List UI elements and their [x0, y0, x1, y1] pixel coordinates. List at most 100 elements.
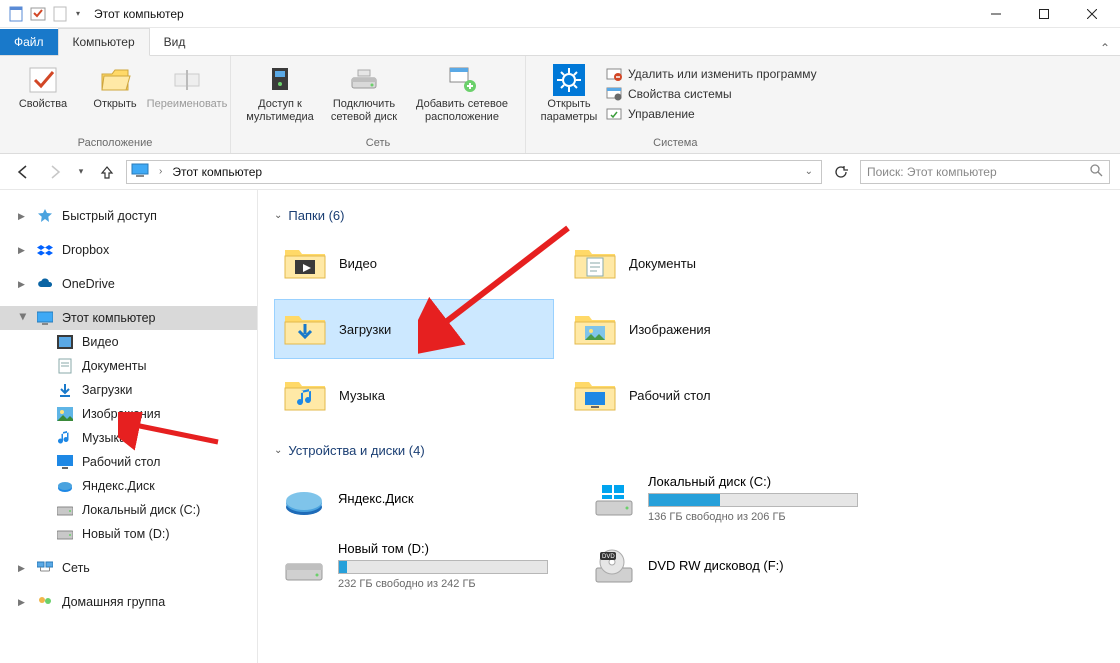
svg-text:DVD: DVD — [602, 554, 615, 560]
window-title: Этот компьютер — [94, 7, 184, 21]
sidebar-item-desktop[interactable]: Рабочий стол — [0, 450, 257, 474]
folder-downloads[interactable]: Загрузки — [274, 299, 554, 359]
up-button[interactable] — [94, 160, 120, 184]
open-settings-button[interactable]: Открыть параметры — [534, 60, 604, 128]
desktop-icon — [56, 453, 74, 471]
manage-button[interactable]: Управление — [606, 106, 817, 122]
close-button[interactable] — [1070, 0, 1114, 28]
sidebar-item-new-volume-d[interactable]: Новый том (D:) — [0, 522, 257, 546]
add-network-location-button[interactable]: Добавить сетевое расположение — [407, 60, 517, 128]
breadcrumb-this-pc[interactable]: Этот компьютер — [172, 165, 262, 179]
manage-icon — [606, 106, 622, 122]
address-bar[interactable]: › Этот компьютер ⌄ — [126, 160, 822, 184]
forward-button[interactable] — [42, 160, 68, 184]
ribbon-group-system: Открыть параметры Удалить или изменить п… — [526, 56, 825, 153]
drive-local-c[interactable]: Локальный диск (C:) 136 ГБ свободно из 2… — [584, 468, 884, 529]
network-icon — [36, 559, 54, 577]
tab-computer[interactable]: Компьютер — [58, 28, 150, 56]
devices-grid: Яндекс.Диск Локальный диск (C:) 136 ГБ с… — [274, 468, 1110, 596]
quick-access-toolbar: ▾ — [6, 4, 84, 24]
sidebar-item-quick-access[interactable]: ▶ Быстрый доступ — [0, 204, 257, 228]
drive-usage-bar — [648, 493, 858, 507]
ribbon-group-network: Доступ к мультимедиа Подключить сетевой … — [231, 56, 526, 153]
yandex-disk-icon — [56, 477, 74, 495]
drive-yandex-disk[interactable]: Яндекс.Диск — [274, 468, 574, 529]
desktop-folder-icon — [573, 373, 617, 417]
chevron-down-icon: ⌄ — [274, 210, 282, 221]
folder-videos[interactable]: Видео — [274, 233, 554, 293]
sidebar-item-videos[interactable]: Видео — [0, 330, 257, 354]
tab-view[interactable]: Вид — [150, 29, 200, 55]
expand-icon[interactable]: ▶ — [18, 211, 28, 222]
properties-icon — [27, 64, 59, 96]
open-button[interactable]: Открыть — [80, 60, 150, 115]
uninstall-program-button[interactable]: Удалить или изменить программу — [606, 66, 817, 82]
videos-icon — [56, 333, 74, 351]
pc-icon — [36, 309, 54, 327]
folder-desktop[interactable]: Рабочий стол — [564, 365, 844, 425]
rename-button[interactable]: Переименовать — [152, 60, 222, 115]
pc-icon — [131, 162, 149, 181]
blank-doc-icon[interactable] — [50, 4, 70, 24]
ribbon: Свойства Открыть Переименовать Расположе… — [0, 56, 1120, 154]
sidebar-item-onedrive[interactable]: ▶ OneDrive — [0, 272, 257, 296]
drive-dvd-rw-f[interactable]: DVD DVD RW дисковод (F:) — [584, 535, 884, 596]
properties-icon[interactable] — [28, 4, 48, 24]
search-box[interactable]: Поиск: Этот компьютер — [860, 160, 1110, 184]
chevron-down-icon[interactable]: ⌄ — [801, 166, 817, 177]
tab-file[interactable]: Файл — [0, 29, 58, 55]
music-folder-icon — [283, 373, 327, 417]
section-devices-header[interactable]: ⌄ Устройства и диски (4) — [274, 443, 1110, 458]
sidebar-item-downloads[interactable]: Загрузки — [0, 378, 257, 402]
music-note-icon — [56, 429, 74, 447]
network-location-icon — [446, 64, 478, 96]
drive-new-volume-d[interactable]: Новый том (D:) 232 ГБ свободно из 242 ГБ — [274, 535, 574, 596]
system-properties-button[interactable]: Свойства системы — [606, 86, 817, 102]
refresh-button[interactable] — [828, 160, 854, 184]
hard-drive-icon — [282, 544, 326, 588]
navigation-bar: ▾ › Этот компьютер ⌄ Поиск: Этот компьют… — [0, 154, 1120, 190]
pictures-icon — [56, 405, 74, 423]
recent-locations-button[interactable]: ▾ — [74, 160, 88, 184]
star-icon — [36, 207, 54, 225]
sidebar-item-documents[interactable]: Документы — [0, 354, 257, 378]
sidebar-item-homegroup[interactable]: ▶Домашняя группа — [0, 590, 257, 614]
documents-folder-icon — [573, 241, 617, 285]
sidebar-item-yandex-disk[interactable]: Яндекс.Диск — [0, 474, 257, 498]
media-access-button[interactable]: Доступ к мультимедиа — [239, 60, 321, 128]
section-folders-header[interactable]: ⌄ Папки (6) — [274, 208, 1110, 223]
collapse-ribbon-icon[interactable]: ⌃ — [1090, 35, 1120, 55]
sidebar-item-dropbox[interactable]: ▶ Dropbox — [0, 238, 257, 262]
documents-icon — [56, 357, 74, 375]
properties-button[interactable]: Свойства — [8, 60, 78, 115]
file-icon[interactable] — [6, 4, 26, 24]
group-label-location: Расположение — [8, 137, 222, 151]
sidebar-item-local-disk-c[interactable]: Локальный диск (C:) — [0, 498, 257, 522]
dvd-drive-icon: DVD — [592, 544, 636, 588]
sidebar-item-network[interactable]: ▶Сеть — [0, 556, 257, 580]
folder-documents[interactable]: Документы — [564, 233, 844, 293]
content-area: ⌄ Папки (6) Видео Документы — [258, 190, 1120, 663]
map-drive-button[interactable]: Подключить сетевой диск — [323, 60, 405, 128]
group-label-network: Сеть — [239, 137, 517, 151]
folder-music[interactable]: Музыка — [274, 365, 554, 425]
drive-icon — [56, 501, 74, 519]
system-properties-icon — [606, 86, 622, 102]
rename-icon — [171, 64, 203, 96]
ribbon-group-location: Свойства Открыть Переименовать Расположе… — [0, 56, 231, 153]
group-label-system: Система — [534, 137, 817, 151]
chevron-right-icon[interactable]: › — [155, 166, 166, 177]
dropbox-icon — [36, 241, 54, 259]
maximize-button[interactable] — [1022, 0, 1066, 28]
back-button[interactable] — [10, 160, 36, 184]
videos-folder-icon — [283, 241, 327, 285]
minimize-button[interactable] — [974, 0, 1018, 28]
qat-dropdown-icon[interactable]: ▾ — [72, 4, 84, 24]
folder-pictures[interactable]: Изображения — [564, 299, 844, 359]
system-commands-list: Удалить или изменить программу Свойства … — [606, 60, 817, 122]
sidebar-item-pictures[interactable]: Изображения — [0, 402, 257, 426]
sidebar-item-music[interactable]: Музыка — [0, 426, 257, 450]
sidebar-item-this-pc[interactable]: ▶ Этот компьютер — [0, 306, 257, 330]
drive-icon — [56, 525, 74, 543]
chevron-down-icon: ⌄ — [274, 445, 282, 456]
